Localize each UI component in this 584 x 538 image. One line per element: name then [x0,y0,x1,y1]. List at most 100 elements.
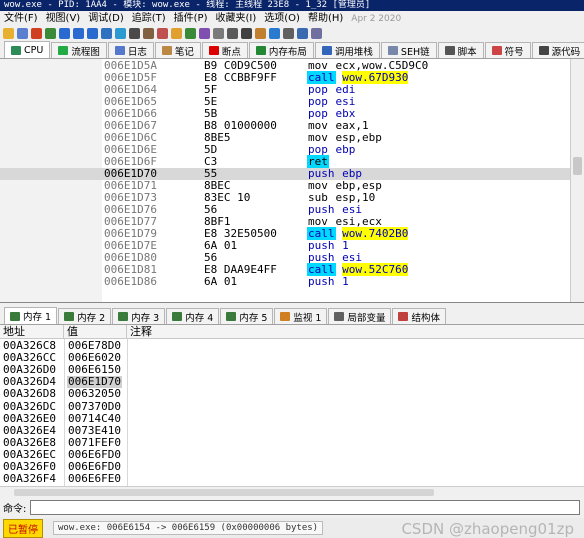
memory-tab-label: 内存 4 [185,312,214,324]
disasm-row[interactable]: 006E1D5F E8 CCBBF9FF call wow.67D930 [0,71,570,84]
run-to-user-icon[interactable] [115,28,126,39]
label-icon[interactable] [185,28,196,39]
graph-icon [58,46,69,55]
scrollbar-thumb[interactable] [573,157,582,175]
pause-icon[interactable] [59,28,70,39]
bookmark-icon[interactable] [199,28,210,39]
disasm-row[interactable]: 006E1D67 B8 01000000 mov eax,1 [0,120,570,132]
disasm-row[interactable]: 006E1D79 E8 32E50500 call wow.7402B0 [0,227,570,240]
column-header-comment[interactable]: 注释 [127,325,584,339]
memory-tab-label: 内存 3 [131,312,160,324]
memory-tab[interactable]: 内存 4 [166,308,220,324]
step-over-icon[interactable] [87,28,98,39]
disassembly-view[interactable]: 006E1D5A B9 C0D9C500 mov ecx,wow.C5D9C0 006… [0,59,584,303]
memory-map-icon [255,46,266,55]
memory-row[interactable]: 00A326E0 00714C40 [0,412,584,425]
menu-item[interactable]: 追踪(T) [128,11,170,26]
run-icon[interactable] [45,28,56,39]
command-bar: 命令: [0,499,584,516]
memory-tab[interactable]: 内存 2 [58,308,112,324]
hex-icon[interactable] [269,28,280,39]
disasm-row[interactable]: 006E1D6C 8BE5 mov esp,ebp [0,132,570,144]
memory-row[interactable]: 00A326F4 006E6FE0 [0,473,584,485]
column-header-value[interactable]: 值 [64,325,127,339]
tab-label: 符号 [504,46,524,58]
memory-row[interactable]: 00A326DC 007370D0 [0,399,584,413]
disasm-row[interactable]: 006E1D86 6A 01 push 1 [0,276,570,288]
memory-row[interactable]: 00A326D8 00632050 [0,388,584,400]
column-header-address[interactable]: 地址 [0,325,64,339]
disasm-row[interactable]: 006E1D77 8BF1 mov esi,ecx [0,216,570,228]
menu-item[interactable]: 调试(D) [84,11,128,26]
script-tool-icon[interactable] [283,28,294,39]
memory-tab-bar: 内存 1 内存 2 内存 3 内存 4 内存 5 监视 1 局部变量 结构体 [0,307,584,325]
memory-tab[interactable]: 局部变量 [328,308,392,324]
close-icon[interactable] [31,28,42,39]
memory-tab[interactable]: 内存 3 [112,308,166,324]
memory-tab[interactable]: 内存 5 [220,308,274,324]
tab-script[interactable]: 脚本 [437,42,484,58]
menu-item[interactable]: 视图(V) [42,11,85,26]
text-icon[interactable] [241,28,252,39]
menu-item[interactable]: 帮助(H) [304,11,347,26]
tab-notes[interactable]: 笔记 [154,42,201,58]
disasm-row[interactable]: 006E1D66 5B pop ebx [0,108,570,120]
function-icon[interactable] [213,28,224,39]
menu-item[interactable]: 选项(O) [260,11,304,26]
memory-tab[interactable]: 监视 1 [274,308,328,324]
disasm-row[interactable]: 006E1D6E 5D pop ebp [0,144,570,156]
instruction-operand: wow.52C760 [342,263,409,276]
scrollbar-thumb[interactable] [14,489,434,496]
memory-tab-label: 结构体 [411,312,440,324]
menu-item[interactable]: 收藏夹(I) [212,11,261,26]
comment-icon[interactable] [171,28,182,39]
disasm-row[interactable]: 006E1D73 83EC 10 sub esp,10 [0,192,570,204]
highlight-icon[interactable] [143,28,154,39]
tab-graph[interactable]: 流程图 [51,42,107,58]
tab-source[interactable]: 源代码 [531,42,584,58]
command-label: 命令: [3,504,27,515]
disasm-row[interactable]: 006E1D71 8BEC mov ebp,esp [0,180,570,192]
step-into-icon[interactable] [73,28,84,39]
memory-address: 00A326E4 [3,423,56,437]
memory-value: 006E6FE0 [68,472,121,486]
memory-address: 00A326DC [3,399,56,413]
tab-call-stack[interactable]: 调用堆栈 [314,42,380,58]
menu-item[interactable]: 文件(F) [0,11,42,26]
memory-hscrollbar[interactable] [0,486,584,497]
open-icon[interactable] [3,28,14,39]
restart-icon[interactable] [17,28,28,39]
debug-icon[interactable] [129,28,140,39]
menu-item[interactable]: 插件(P) [170,11,212,26]
command-input[interactable] [30,500,581,515]
tab-log[interactable]: 日志 [107,42,154,58]
disasm-row[interactable]: 006E1D7E 6A 01 push 1 [0,240,570,252]
disasm-row[interactable]: 006E1D64 5F pop edi [0,84,570,96]
trace-icon[interactable] [101,28,112,39]
settings-icon[interactable] [311,28,322,39]
tab-cpu[interactable]: CPU [4,41,51,58]
memory-dump-view[interactable]: 地址 值 注释 00A326C8 006E78D0 00A326CC 006E6020… [0,325,584,495]
disasm-row[interactable]: 006E1D5A B9 C0D9C500 mov ecx,wow.C5D9C0 [0,60,570,72]
tab-seh[interactable]: SEH链 [380,42,437,58]
memory-tab[interactable]: 内存 1 [4,307,58,324]
patch-icon[interactable] [157,28,168,39]
tab-breakpoint[interactable]: 断点 [201,42,248,58]
tab-symbols[interactable]: 符号 [484,42,531,58]
disasm-row[interactable]: 006E1D80 56 push esi [0,252,570,264]
disassembly-scrollbar[interactable] [570,59,584,302]
disasm-row[interactable]: 006E1D6F C3 ret [0,155,570,168]
memory-row[interactable]: 00A326E8 0071FEF0 [0,436,584,449]
hash-icon[interactable] [227,28,238,39]
memory-tab[interactable]: 结构体 [392,308,446,324]
disasm-row[interactable]: 006E1D70 55 push ebp [0,168,570,180]
calc-icon[interactable] [255,28,266,39]
memory-row[interactable]: 00A326E4 0073E410 [0,423,584,437]
disasm-row[interactable]: 006E1D76 56 push esi [0,204,570,216]
tab-memory-map[interactable]: 内存布局 [248,42,314,58]
memory-address: 00A326D8 [3,387,56,401]
watch-icon [280,312,291,321]
disasm-row[interactable]: 006E1D65 5E pop esi [0,96,570,108]
plugin-icon[interactable] [297,28,308,39]
disasm-row[interactable]: 006E1D81 E8 DAA9E4FF call wow.52C760 [0,263,570,276]
